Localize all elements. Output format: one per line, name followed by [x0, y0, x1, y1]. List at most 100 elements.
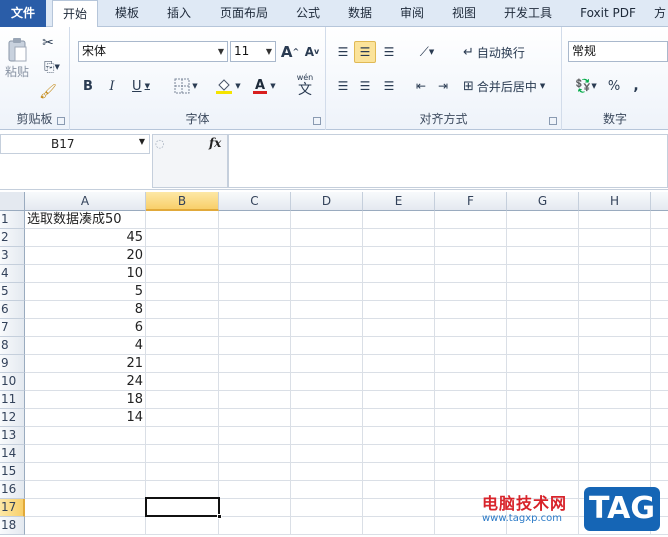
cell[interactable] — [435, 319, 507, 337]
cell[interactable] — [651, 355, 668, 373]
decrease-indent-button[interactable]: ⇤ — [410, 75, 432, 97]
cell[interactable] — [25, 463, 146, 481]
border-button[interactable]: ▼ — [170, 75, 202, 97]
row-header-14[interactable]: 14 — [0, 445, 25, 463]
tab-data[interactable]: 数据 — [340, 0, 380, 27]
cell[interactable] — [651, 247, 668, 265]
cell[interactable] — [363, 427, 435, 445]
cell[interactable] — [291, 373, 363, 391]
grow-font-button[interactable]: A ^ — [280, 41, 300, 62]
cell[interactable] — [651, 373, 668, 391]
cell[interactable] — [579, 463, 651, 481]
cell[interactable] — [363, 463, 435, 481]
cell[interactable] — [219, 373, 291, 391]
cell[interactable] — [146, 463, 219, 481]
cell[interactable] — [146, 517, 219, 535]
row-header-13[interactable]: 13 — [0, 427, 25, 445]
align-middle-button[interactable]: ☰ — [354, 41, 376, 63]
row-header-10[interactable]: 10 — [0, 373, 25, 391]
tab-review[interactable]: 审阅 — [392, 0, 432, 27]
cell-a1[interactable]: 选取数据凑成50 — [25, 211, 146, 229]
cell[interactable] — [435, 301, 507, 319]
font-name-select[interactable]: 宋体 ▼ — [78, 41, 228, 62]
cell[interactable] — [146, 373, 219, 391]
cell[interactable] — [291, 301, 363, 319]
active-cell-b17[interactable] — [145, 497, 222, 519]
cell[interactable] — [579, 211, 651, 229]
row-header-11[interactable]: 11 — [0, 391, 25, 409]
cell[interactable] — [579, 319, 651, 337]
column-header-c[interactable]: C — [219, 192, 291, 211]
cell[interactable] — [507, 427, 579, 445]
cell[interactable] — [291, 283, 363, 301]
cell-a6[interactable]: 8 — [25, 301, 146, 319]
column-header-g[interactable]: G — [507, 192, 579, 211]
cell[interactable] — [507, 319, 579, 337]
cell[interactable] — [435, 445, 507, 463]
row-header-16[interactable]: 16 — [0, 481, 25, 499]
cell[interactable] — [146, 355, 219, 373]
column-header-a[interactable]: A — [25, 192, 146, 211]
cell[interactable] — [579, 301, 651, 319]
cell[interactable] — [363, 409, 435, 427]
cell[interactable] — [579, 355, 651, 373]
row-header-3[interactable]: 3 — [0, 247, 25, 265]
tab-home[interactable]: 开始 — [52, 0, 98, 28]
cell[interactable] — [291, 319, 363, 337]
cell[interactable] — [146, 427, 219, 445]
cell[interactable] — [291, 211, 363, 229]
cell[interactable] — [219, 481, 291, 499]
column-header-f[interactable]: F — [435, 192, 507, 211]
row-header-17[interactable]: 17 — [0, 499, 25, 517]
row-header-18[interactable]: 18 — [0, 517, 25, 535]
cell[interactable] — [146, 445, 219, 463]
cell[interactable] — [291, 355, 363, 373]
tab-formulas[interactable]: 公式 — [288, 0, 328, 27]
cell[interactable] — [219, 265, 291, 283]
row-header-15[interactable]: 15 — [0, 463, 25, 481]
cell-a2[interactable]: 45 — [25, 229, 146, 247]
align-top-button[interactable]: ☰ — [332, 41, 354, 63]
cell[interactable] — [291, 409, 363, 427]
cell[interactable] — [146, 337, 219, 355]
cell[interactable] — [363, 337, 435, 355]
cell[interactable] — [363, 499, 435, 517]
cell[interactable] — [291, 445, 363, 463]
wrap-text-button[interactable]: ↵ 自动换行 — [462, 41, 558, 63]
cell[interactable] — [435, 355, 507, 373]
cell[interactable] — [651, 427, 668, 445]
shrink-font-button[interactable]: Av — [302, 41, 322, 62]
cell[interactable] — [363, 265, 435, 283]
align-center-button[interactable]: ☰ — [354, 75, 376, 97]
cell[interactable] — [146, 283, 219, 301]
tab-view[interactable]: 视图 — [444, 0, 484, 27]
select-all-corner[interactable] — [0, 192, 25, 211]
cell[interactable] — [146, 301, 219, 319]
cell[interactable] — [291, 463, 363, 481]
cell[interactable] — [651, 265, 668, 283]
font-size-select[interactable]: 11 ▼ — [230, 41, 276, 62]
cell[interactable] — [219, 517, 291, 535]
row-header-7[interactable]: 7 — [0, 319, 25, 337]
column-header-d[interactable]: D — [291, 192, 363, 211]
cell[interactable] — [291, 481, 363, 499]
cell[interactable] — [507, 463, 579, 481]
cell-a11[interactable]: 18 — [25, 391, 146, 409]
percent-button[interactable]: % — [604, 75, 624, 97]
cell[interactable] — [291, 337, 363, 355]
column-header-h[interactable]: H — [579, 192, 651, 211]
cell[interactable] — [291, 247, 363, 265]
cell[interactable] — [507, 391, 579, 409]
cell[interactable] — [507, 337, 579, 355]
cell[interactable] — [363, 229, 435, 247]
cell[interactable] — [651, 409, 668, 427]
cell[interactable] — [579, 427, 651, 445]
cell[interactable] — [146, 391, 219, 409]
merge-center-button[interactable]: ⊞ 合并后居中 ▼ — [462, 75, 558, 97]
cell[interactable] — [363, 301, 435, 319]
paste-button[interactable]: 粘贴 — [3, 31, 31, 85]
cell-a12[interactable]: 14 — [25, 409, 146, 427]
cell[interactable] — [507, 409, 579, 427]
tab-file[interactable]: 文件 — [0, 0, 46, 27]
cell[interactable] — [651, 319, 668, 337]
